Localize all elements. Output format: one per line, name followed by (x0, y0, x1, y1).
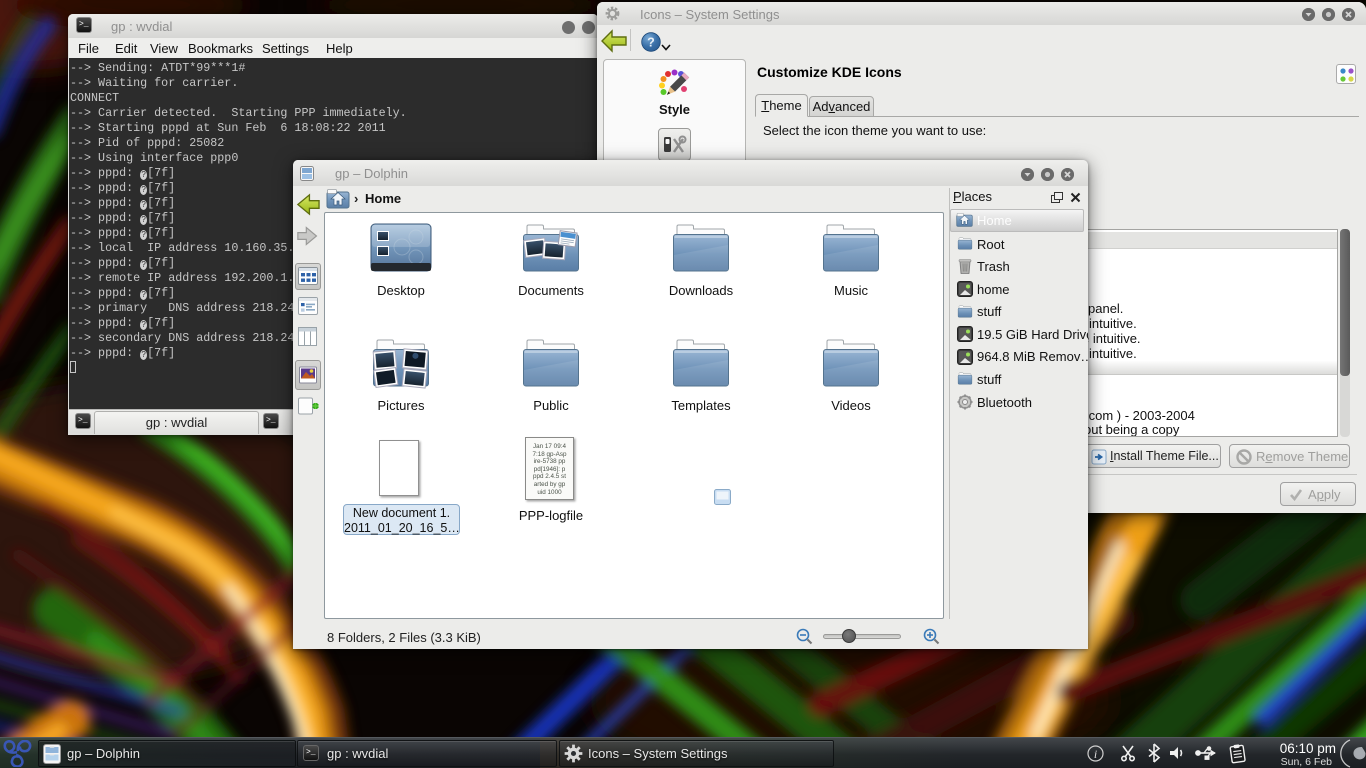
svg-text:?: ? (647, 36, 655, 50)
svg-text:i: i (1094, 747, 1097, 761)
